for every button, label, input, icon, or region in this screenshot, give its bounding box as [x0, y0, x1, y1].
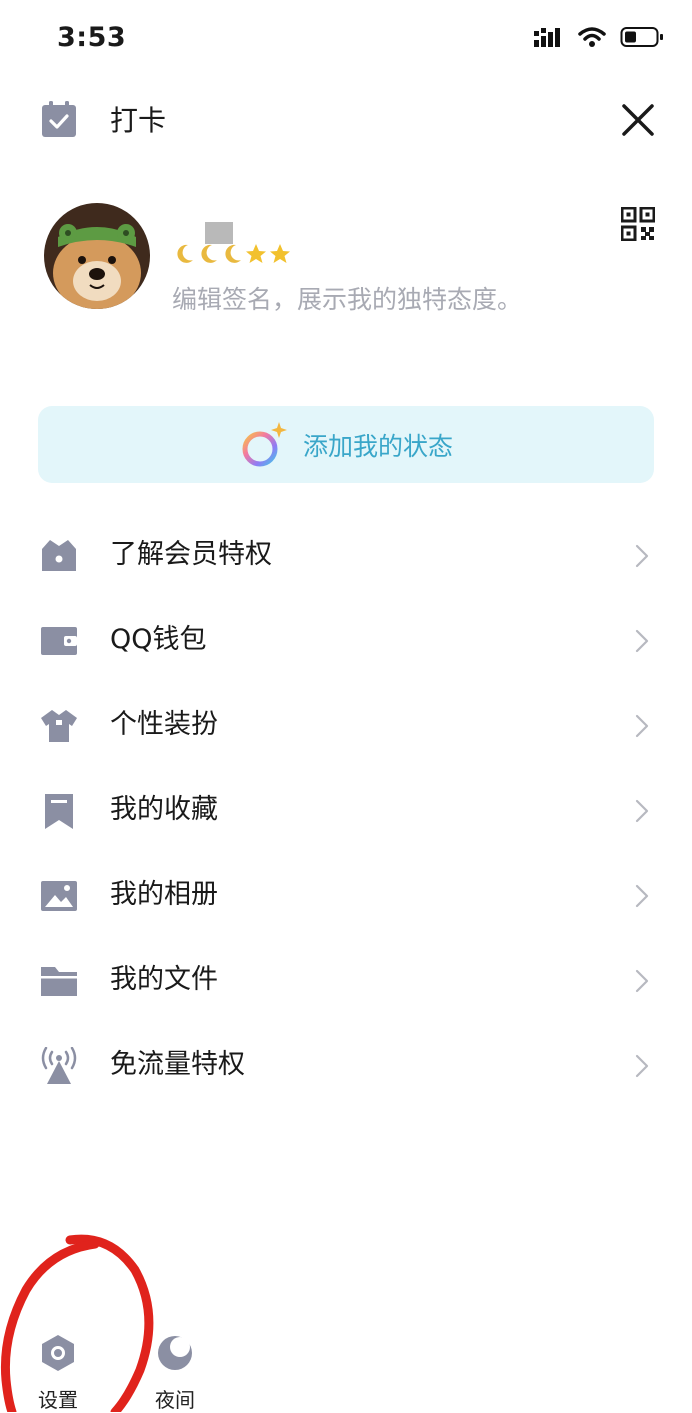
- menu-label: 我的相册: [110, 879, 218, 910]
- menu-item-vip-privileges[interactable]: 了解会员特权: [0, 513, 692, 598]
- qr-code-icon[interactable]: [621, 207, 655, 241]
- menu-item-photo-album[interactable]: 我的相册: [0, 853, 692, 938]
- menu-label: 个性装扮: [110, 709, 218, 740]
- dog-avatar-image: [44, 203, 150, 309]
- nickname-redacted: [205, 222, 233, 244]
- chevron-right-icon: [635, 969, 649, 993]
- menu-item-personalization[interactable]: 个性装扮: [0, 683, 692, 768]
- add-status-button[interactable]: 添加我的状态: [38, 406, 654, 483]
- cellular-signal-icon: [534, 28, 560, 47]
- moon-level-icon: [201, 244, 217, 263]
- menu-label: 我的收藏: [110, 794, 218, 825]
- checkin-label[interactable]: 打卡: [110, 99, 166, 139]
- moon-icon: [158, 1336, 192, 1370]
- status-ring-icon: [242, 421, 287, 466]
- chevron-right-icon: [635, 714, 649, 738]
- moon-level-icon: [177, 244, 193, 263]
- chevron-right-icon: [635, 629, 649, 653]
- chevron-right-icon: [635, 544, 649, 568]
- settings-button[interactable]: 设置: [28, 1334, 88, 1413]
- menu-label: 了解会员特权: [110, 539, 272, 570]
- star-level-icon: [246, 244, 266, 263]
- menu-item-favorites[interactable]: 我的收藏: [0, 768, 692, 853]
- menu-label: 我的文件: [110, 964, 218, 995]
- menu-label: QQ钱包: [110, 624, 207, 655]
- menu-item-qq-wallet[interactable]: QQ钱包: [0, 598, 692, 683]
- star-level-icon: [270, 244, 290, 263]
- chevron-right-icon: [635, 1054, 649, 1078]
- status-icons: [534, 26, 664, 48]
- bookmark-icon: [45, 794, 73, 829]
- folder-icon: [41, 967, 77, 996]
- crown-bag-icon: [42, 540, 76, 571]
- wallet-icon: [41, 627, 77, 655]
- signal-tower-icon: [41, 1047, 77, 1084]
- shirt-icon: [41, 710, 77, 742]
- wifi-icon: [578, 27, 606, 47]
- menu-label: 免流量特权: [110, 1049, 245, 1080]
- chevron-right-icon: [635, 799, 649, 823]
- battery-icon: [620, 27, 663, 47]
- avatar[interactable]: [44, 203, 150, 309]
- photo-icon: [41, 881, 77, 911]
- settings-label: 设置: [38, 1388, 78, 1412]
- chevron-right-icon: [635, 884, 649, 908]
- qq-level-badges[interactable]: [173, 243, 291, 265]
- add-status-label: 添加我的状态: [302, 431, 453, 461]
- calendar-check-icon[interactable]: [40, 100, 78, 138]
- signature-placeholder[interactable]: 编辑签名，展示我的独特态度。: [172, 280, 522, 316]
- night-mode-button[interactable]: 夜间: [145, 1334, 205, 1413]
- close-icon: [622, 104, 654, 136]
- menu-item-my-files[interactable]: 我的文件: [0, 938, 692, 1023]
- moon-level-icon: [225, 244, 241, 263]
- menu-item-free-data[interactable]: 免流量特权: [0, 1023, 692, 1108]
- close-button[interactable]: [614, 96, 662, 144]
- status-time: 3:53: [57, 22, 127, 53]
- night-label: 夜间: [155, 1388, 195, 1412]
- gear-hexagon-icon: [42, 1335, 74, 1371]
